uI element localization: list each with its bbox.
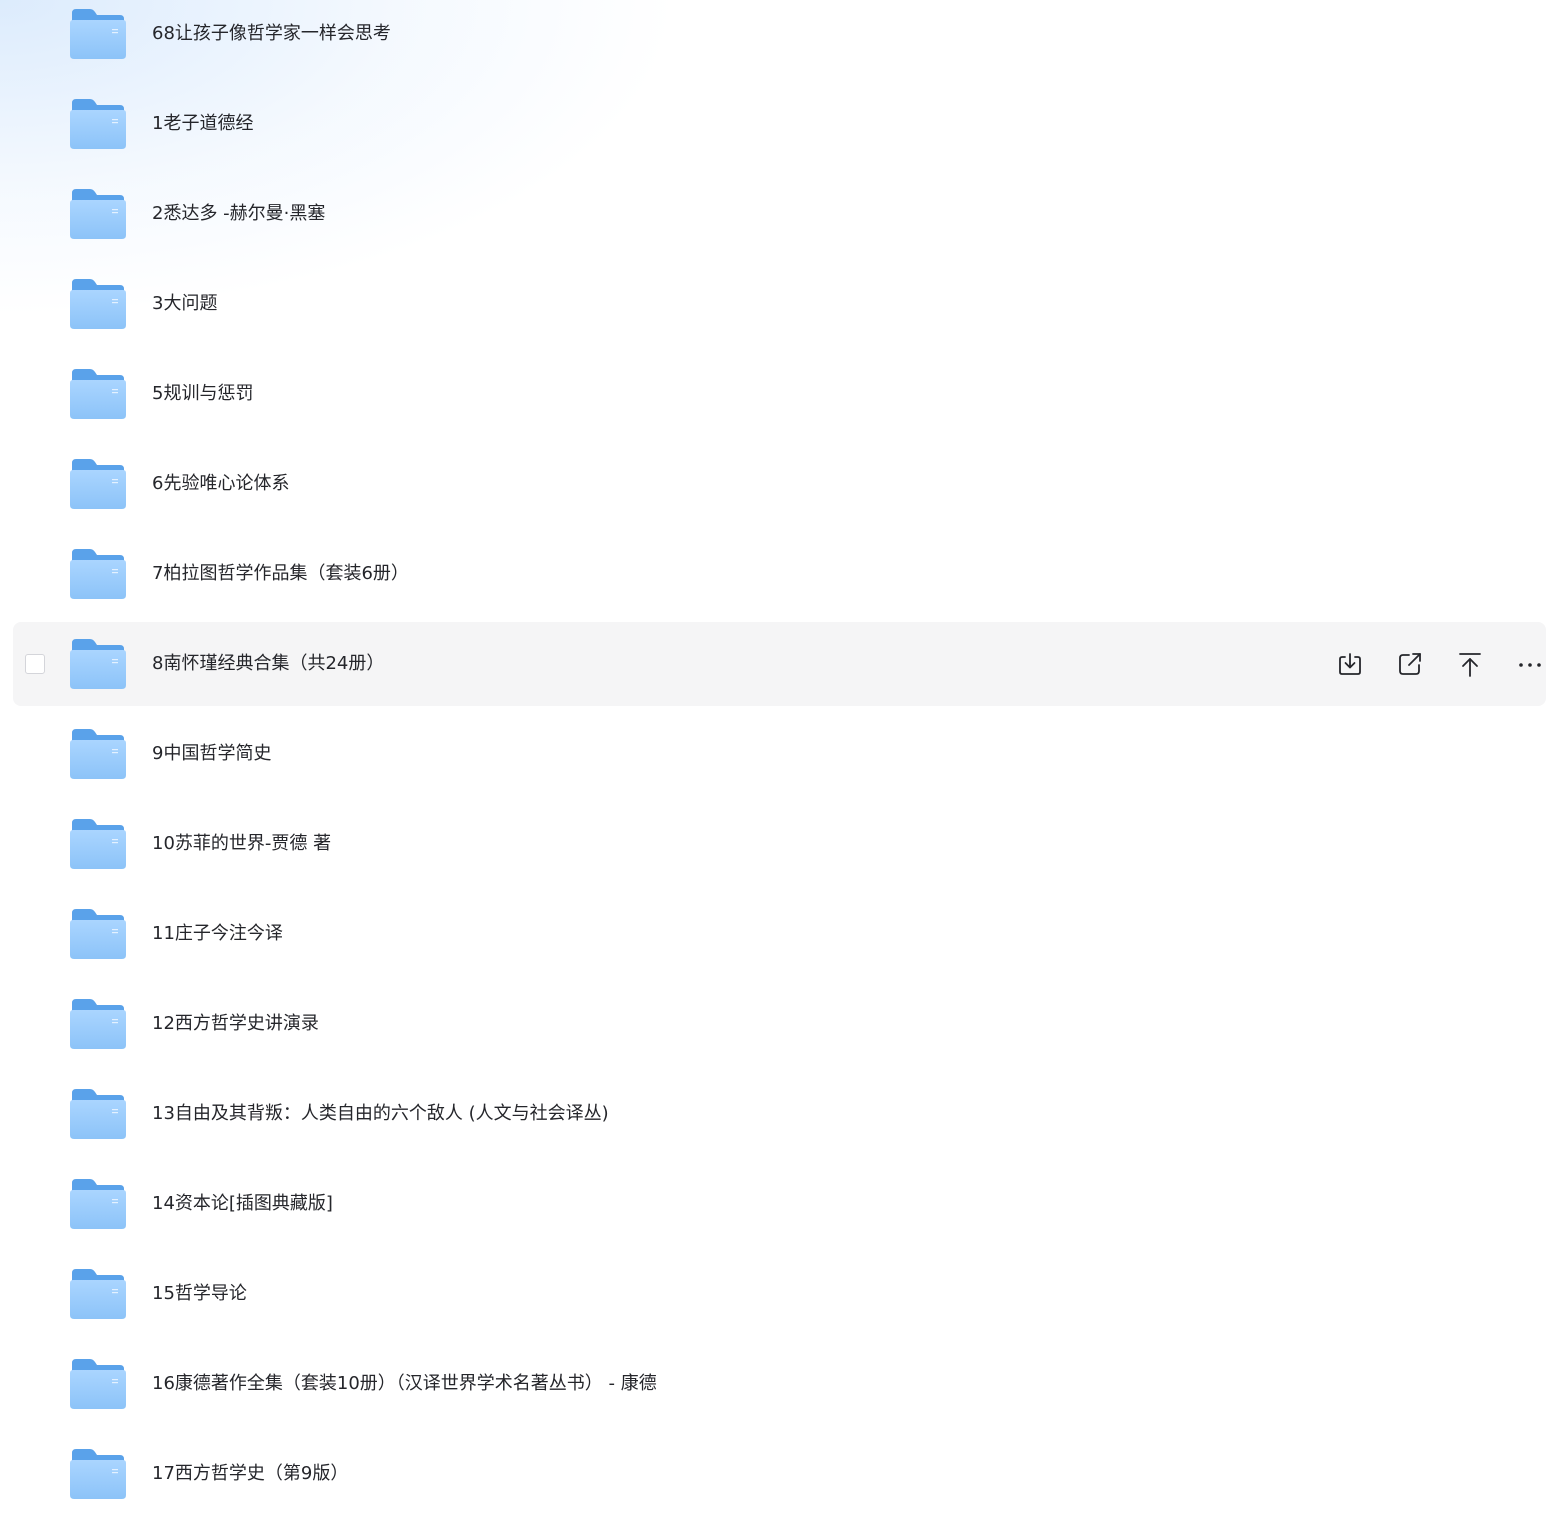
folder-row[interactable]: 16康德著作全集（套装10册）（汉译世界学术名著丛书） - 康德 [13, 1342, 1546, 1426]
folder-name[interactable]: 16康德著作全集（套装10册）（汉译世界学术名著丛书） - 康德 [152, 1342, 657, 1426]
folder-name[interactable]: 2悉达多 -赫尔曼·黑塞 [152, 172, 325, 256]
folder-name[interactable]: 14资本论[插图典藏版] [152, 1162, 333, 1246]
folder-icon [70, 1179, 126, 1229]
folder-icon [70, 189, 126, 239]
folder-icon [70, 819, 126, 869]
folder-name[interactable]: 17西方哲学史（第9版） [152, 1432, 348, 1516]
folder-row[interactable]: 68让孩子像哲学家一样会思考 [13, 0, 1546, 76]
folder-icon [70, 1089, 126, 1139]
folder-list: 68让孩子像哲学家一样会思考 1老子道德经 2悉达多 -赫尔曼·黑塞 3大问题 … [0, 0, 1546, 1513]
folder-name[interactable]: 13自由及其背叛：人类自由的六个敌人 (人文与社会译丛) [152, 1072, 609, 1156]
folder-row[interactable]: 14资本论[插图典藏版] [13, 1162, 1546, 1246]
folder-icon [70, 1269, 126, 1319]
folder-row[interactable]: 2悉达多 -赫尔曼·黑塞 [13, 172, 1546, 256]
folder-row[interactable]: 7柏拉图哲学作品集（套装6册） [13, 532, 1546, 616]
folder-name[interactable]: 10苏菲的世界-贾德 著 [152, 802, 331, 886]
folder-row[interactable]: 1老子道德经 [13, 82, 1546, 166]
share-icon[interactable] [1396, 650, 1424, 678]
folder-row[interactable]: 11庄子今注今译 [13, 892, 1546, 976]
folder-row[interactable]: 9中国哲学简史 [13, 712, 1546, 796]
folder-row[interactable]: 8南怀瑾经典合集（共24册） [13, 622, 1546, 706]
folder-icon [70, 9, 126, 59]
folder-icon [70, 639, 126, 689]
folder-icon [70, 99, 126, 149]
folder-row[interactable]: 17西方哲学史（第9版） [13, 1432, 1546, 1516]
folder-row[interactable]: 10苏菲的世界-贾德 著 [13, 802, 1546, 886]
folder-name[interactable]: 7柏拉图哲学作品集（套装6册） [152, 532, 409, 616]
folder-name[interactable]: 6先验唯心论体系 [152, 442, 289, 526]
download-icon[interactable] [1336, 650, 1364, 678]
folder-row[interactable]: 5规训与惩罚 [13, 352, 1546, 436]
folder-name[interactable]: 3大问题 [152, 262, 217, 346]
folder-icon [70, 729, 126, 779]
folder-name[interactable]: 68让孩子像哲学家一样会思考 [152, 0, 391, 76]
folder-name[interactable]: 12西方哲学史讲演录 [152, 982, 319, 1066]
folder-name[interactable]: 8南怀瑾经典合集（共24册） [152, 622, 384, 706]
folder-row[interactable]: 15哲学导论 [13, 1252, 1546, 1336]
folder-row[interactable]: 3大问题 [13, 262, 1546, 346]
folder-name[interactable]: 1老子道德经 [152, 82, 253, 166]
folder-row[interactable]: 13自由及其背叛：人类自由的六个敌人 (人文与社会译丛) [13, 1072, 1546, 1156]
folder-icon [70, 549, 126, 599]
folder-icon [70, 459, 126, 509]
folder-row[interactable]: 6先验唯心论体系 [13, 442, 1546, 526]
folder-icon [70, 909, 126, 959]
row-checkbox[interactable] [25, 654, 45, 674]
more-icon[interactable] [1516, 650, 1544, 678]
folder-icon [70, 1359, 126, 1409]
folder-name[interactable]: 5规训与惩罚 [152, 352, 253, 436]
folder-name[interactable]: 11庄子今注今译 [152, 892, 283, 976]
folder-icon [70, 1449, 126, 1499]
folder-icon [70, 369, 126, 419]
folder-icon [70, 279, 126, 329]
folder-name[interactable]: 9中国哲学简史 [152, 712, 271, 796]
move-to-top-icon[interactable] [1456, 650, 1484, 678]
folder-icon [70, 999, 126, 1049]
folder-row[interactable]: 12西方哲学史讲演录 [13, 982, 1546, 1066]
folder-name[interactable]: 15哲学导论 [152, 1252, 247, 1336]
